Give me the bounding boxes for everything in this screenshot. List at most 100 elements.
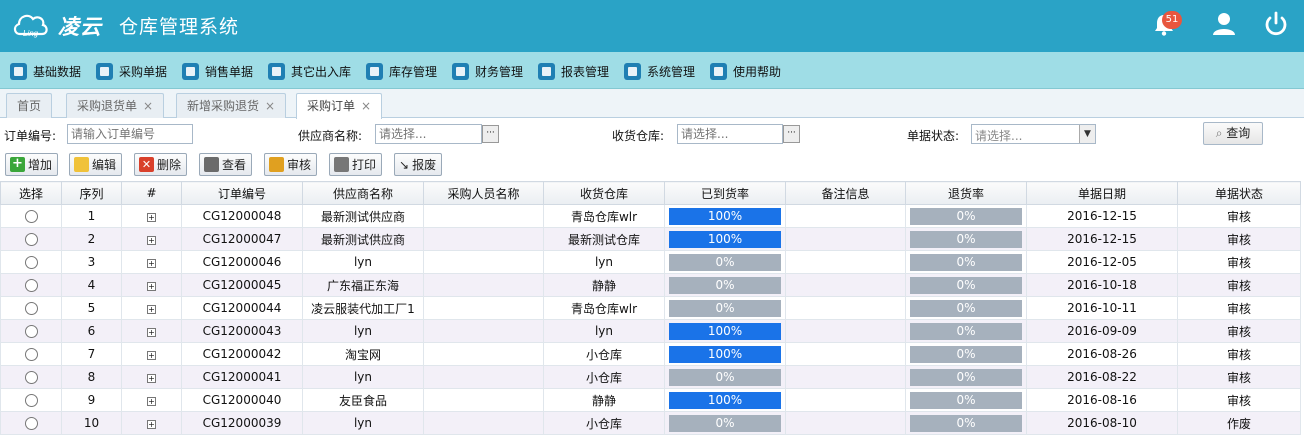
- expand-row-icon[interactable]: +: [147, 259, 156, 268]
- return-rate-bar: 0%: [910, 299, 1022, 317]
- supplier-input[interactable]: [375, 124, 482, 144]
- expand-row-icon[interactable]: +: [147, 328, 156, 337]
- order-no-input[interactable]: [67, 124, 193, 144]
- seq-cell: 4: [61, 273, 122, 297]
- menu-item-basic-data[interactable]: 基础数据: [10, 61, 81, 81]
- audit-button[interactable]: 审核: [264, 153, 318, 176]
- close-icon[interactable]: ×: [361, 99, 371, 113]
- search-form: 订单编号: 供应商名称: ··· 收货仓库: ··· 单据状态: 请选择... …: [0, 119, 1304, 151]
- warehouse-picker-button[interactable]: ···: [783, 125, 800, 143]
- menu-item-purchase[interactable]: 采购单据: [96, 61, 167, 81]
- edit-button[interactable]: 编辑: [69, 153, 123, 176]
- search-button-label: 查询: [1226, 126, 1251, 140]
- calendar-icon: [182, 62, 199, 80]
- table-row[interactable]: 8 + CG12000041 lyn 小仓库 0% 0% 2016-08-22 审核: [0, 365, 1301, 389]
- return-rate-bar: 0%: [910, 368, 1022, 386]
- expand-row-icon[interactable]: +: [147, 351, 156, 360]
- column-header[interactable]: #: [121, 181, 182, 205]
- supplier-picker-button[interactable]: ···: [482, 125, 499, 143]
- book-icon: [710, 62, 727, 80]
- column-header[interactable]: 已到货率: [664, 181, 786, 205]
- table-row[interactable]: 3 + CG12000046 lyn lyn 0% 0% 2016-12-05 审核: [0, 250, 1301, 274]
- power-icon[interactable]: [1262, 10, 1290, 38]
- supplier-cell: 友臣食品: [302, 388, 424, 412]
- tab-purchase-return[interactable]: 采购退货单 ×: [66, 93, 165, 118]
- row-select-radio[interactable]: [24, 394, 38, 407]
- buyer-cell: [423, 273, 544, 297]
- select-cell: [0, 250, 62, 274]
- row-select-radio[interactable]: [24, 279, 38, 292]
- table-row[interactable]: 1 + CG12000048 最新测试供应商 青岛仓库wlr 100% 0% 2016-12-…: [0, 204, 1301, 228]
- add-button[interactable]: + 增加: [5, 153, 59, 176]
- column-header[interactable]: 序列: [61, 181, 122, 205]
- buyer-cell: [423, 319, 544, 343]
- table-row[interactable]: 10 + CG12000039 lyn 小仓库 0% 0% 2016-08-10 作废: [0, 411, 1301, 435]
- printer-icon: [334, 157, 349, 172]
- table-row[interactable]: 4 + CG12000045 广东福正东海 静静 0% 0% 2016-10-18 审核: [0, 273, 1301, 297]
- column-header[interactable]: 备注信息: [785, 181, 906, 205]
- menu-item-finance[interactable]: 财务管理: [452, 61, 523, 81]
- column-header[interactable]: 供应商名称: [302, 181, 424, 205]
- column-header[interactable]: 单据日期: [1026, 181, 1178, 205]
- date-cell: 2016-10-18: [1026, 273, 1178, 297]
- row-select-radio[interactable]: [24, 348, 38, 361]
- column-header[interactable]: 订单编号: [181, 181, 303, 205]
- table-row[interactable]: 7 + CG12000042 淘宝网 小仓库 100% 0% 2016-08-26 审核: [0, 342, 1301, 366]
- menu-item-other-io[interactable]: 其它出入库: [268, 61, 351, 81]
- menu-item-help[interactable]: 使用帮助: [710, 61, 781, 81]
- expand-row-icon[interactable]: +: [147, 397, 156, 406]
- close-icon[interactable]: ×: [143, 99, 153, 113]
- column-header[interactable]: 采购人员名称: [423, 181, 544, 205]
- warehouse-cell: 静静: [543, 273, 665, 297]
- remark-cell: [785, 342, 906, 366]
- lock-icon: [269, 157, 284, 172]
- close-icon[interactable]: ×: [265, 99, 275, 113]
- tab-new-purchase-return[interactable]: 新增采购退货 ×: [176, 93, 287, 118]
- column-header[interactable]: 退货率: [905, 181, 1027, 205]
- row-select-radio[interactable]: [24, 371, 38, 384]
- status-cell: 审核: [1177, 227, 1301, 251]
- expand-row-icon[interactable]: +: [147, 420, 156, 429]
- expand-row-icon[interactable]: +: [147, 374, 156, 383]
- buyer-cell: [423, 204, 544, 228]
- expand-row-icon[interactable]: +: [147, 236, 156, 245]
- view-button[interactable]: 查看: [199, 153, 253, 176]
- seq-cell: 8: [61, 365, 122, 389]
- tab-home[interactable]: 首页: [6, 93, 53, 118]
- row-select-radio[interactable]: [24, 233, 38, 246]
- expand-cell: +: [121, 365, 182, 389]
- row-select-radio[interactable]: [24, 210, 38, 223]
- row-select-radio[interactable]: [24, 302, 38, 315]
- table-row[interactable]: 9 + CG12000040 友臣食品 静静 100% 0% 2016-08-16 审核: [0, 388, 1301, 412]
- menu-item-sales[interactable]: 销售单据: [182, 61, 253, 81]
- table-row[interactable]: 6 + CG12000043 lyn lyn 100% 0% 2016-09-09 审核: [0, 319, 1301, 343]
- menu-item-reports[interactable]: 报表管理: [538, 61, 609, 81]
- table-row[interactable]: 5 + CG12000044 凌云服装代加工厂1 青岛仓库wlr 0% 0% 2016-10-…: [0, 296, 1301, 320]
- supplier-cell: lyn: [302, 250, 424, 274]
- row-select-radio[interactable]: [24, 256, 38, 269]
- menu-item-inventory[interactable]: 库存管理: [366, 61, 437, 81]
- row-select-radio[interactable]: [24, 325, 38, 338]
- print-button[interactable]: 打印: [329, 153, 383, 176]
- chevron-down-icon: ▼: [1079, 125, 1095, 143]
- user-icon[interactable]: [1210, 10, 1238, 38]
- scrap-button[interactable]: ↘ 报废: [394, 153, 443, 176]
- return-rate-cell: 0%: [905, 296, 1027, 320]
- status-select[interactable]: 请选择... ▼: [971, 124, 1096, 144]
- menu-item-system[interactable]: 系统管理: [624, 61, 695, 81]
- expand-row-icon[interactable]: +: [147, 282, 156, 291]
- column-header[interactable]: 收货仓库: [543, 181, 665, 205]
- search-button[interactable]: ⌕ 查询: [1203, 122, 1263, 145]
- expand-row-icon[interactable]: +: [147, 213, 156, 222]
- expand-row-icon[interactable]: +: [147, 305, 156, 314]
- column-header[interactable]: 单据状态: [1177, 181, 1301, 205]
- warehouse-cell: 小仓库: [543, 365, 665, 389]
- column-header[interactable]: 选择: [0, 181, 62, 205]
- table-row[interactable]: 2 + CG12000047 最新测试供应商 最新测试仓库 100% 0% 2016-12-1…: [0, 227, 1301, 251]
- warehouse-input[interactable]: [677, 124, 783, 144]
- tab-purchase-order[interactable]: 采购订单 ×: [296, 93, 383, 119]
- audit-button-label: 审核: [287, 158, 312, 172]
- delete-button[interactable]: ✕ 删除: [134, 153, 188, 176]
- row-select-radio[interactable]: [24, 417, 38, 430]
- report-icon: [538, 62, 555, 80]
